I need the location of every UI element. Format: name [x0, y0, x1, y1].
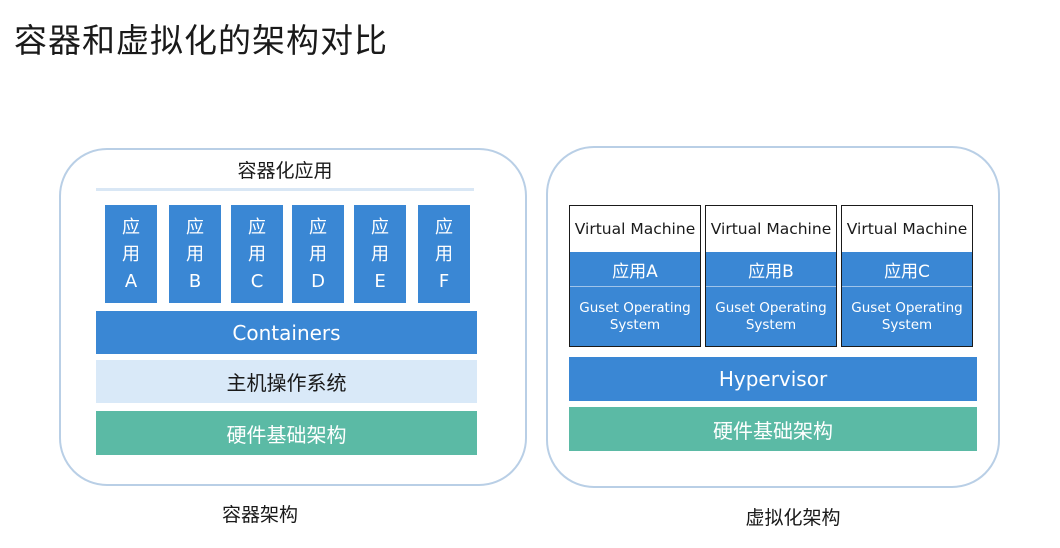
- virtual-machine-b: Virtual Machine 应用B Guset Operating Syste…: [705, 205, 837, 347]
- virtual-machine-c: Virtual Machine 应用C Guset Operating Syste…: [841, 205, 973, 347]
- vm-title: Virtual Machine: [710, 220, 832, 238]
- app-d-block: 应用D: [292, 205, 344, 303]
- virtual-machine-a: Virtual Machine 应用A Guset Operating Syste…: [569, 205, 701, 347]
- hardware-layer-right: 硬件基础架构: [569, 407, 977, 451]
- apps-divider: [96, 188, 474, 191]
- virtualization-architecture-caption: 虚拟化架构: [745, 507, 841, 529]
- vm-app: 应用C: [842, 252, 972, 287]
- app-a-block: 应用A: [105, 205, 157, 303]
- vm-title: Virtual Machine: [846, 220, 968, 238]
- containers-layer: Containers: [96, 311, 477, 354]
- host-os-layer: 主机操作系统: [96, 360, 477, 403]
- hypervisor-layer: Hypervisor: [569, 357, 977, 401]
- vm-app: 应用B: [706, 252, 836, 287]
- vm-app: 应用A: [570, 252, 700, 287]
- guest-os: Guset Operating System: [842, 287, 972, 346]
- hardware-layer-left: 硬件基础架构: [96, 411, 477, 455]
- containerized-apps-label: 容器化应用: [237, 160, 333, 182]
- app-c-block: 应用C: [231, 205, 283, 303]
- vm-title: Virtual Machine: [574, 220, 696, 238]
- guest-os: Guset Operating System: [570, 287, 700, 346]
- guest-os: Guset Operating System: [706, 287, 836, 346]
- app-f-block: 应用F: [418, 205, 470, 303]
- container-architecture-caption: 容器架构: [221, 504, 298, 526]
- page-title: 容器和虚拟化的架构对比: [14, 21, 388, 60]
- app-b-block: 应用B: [169, 205, 221, 303]
- app-e-block: 应用E: [354, 205, 406, 303]
